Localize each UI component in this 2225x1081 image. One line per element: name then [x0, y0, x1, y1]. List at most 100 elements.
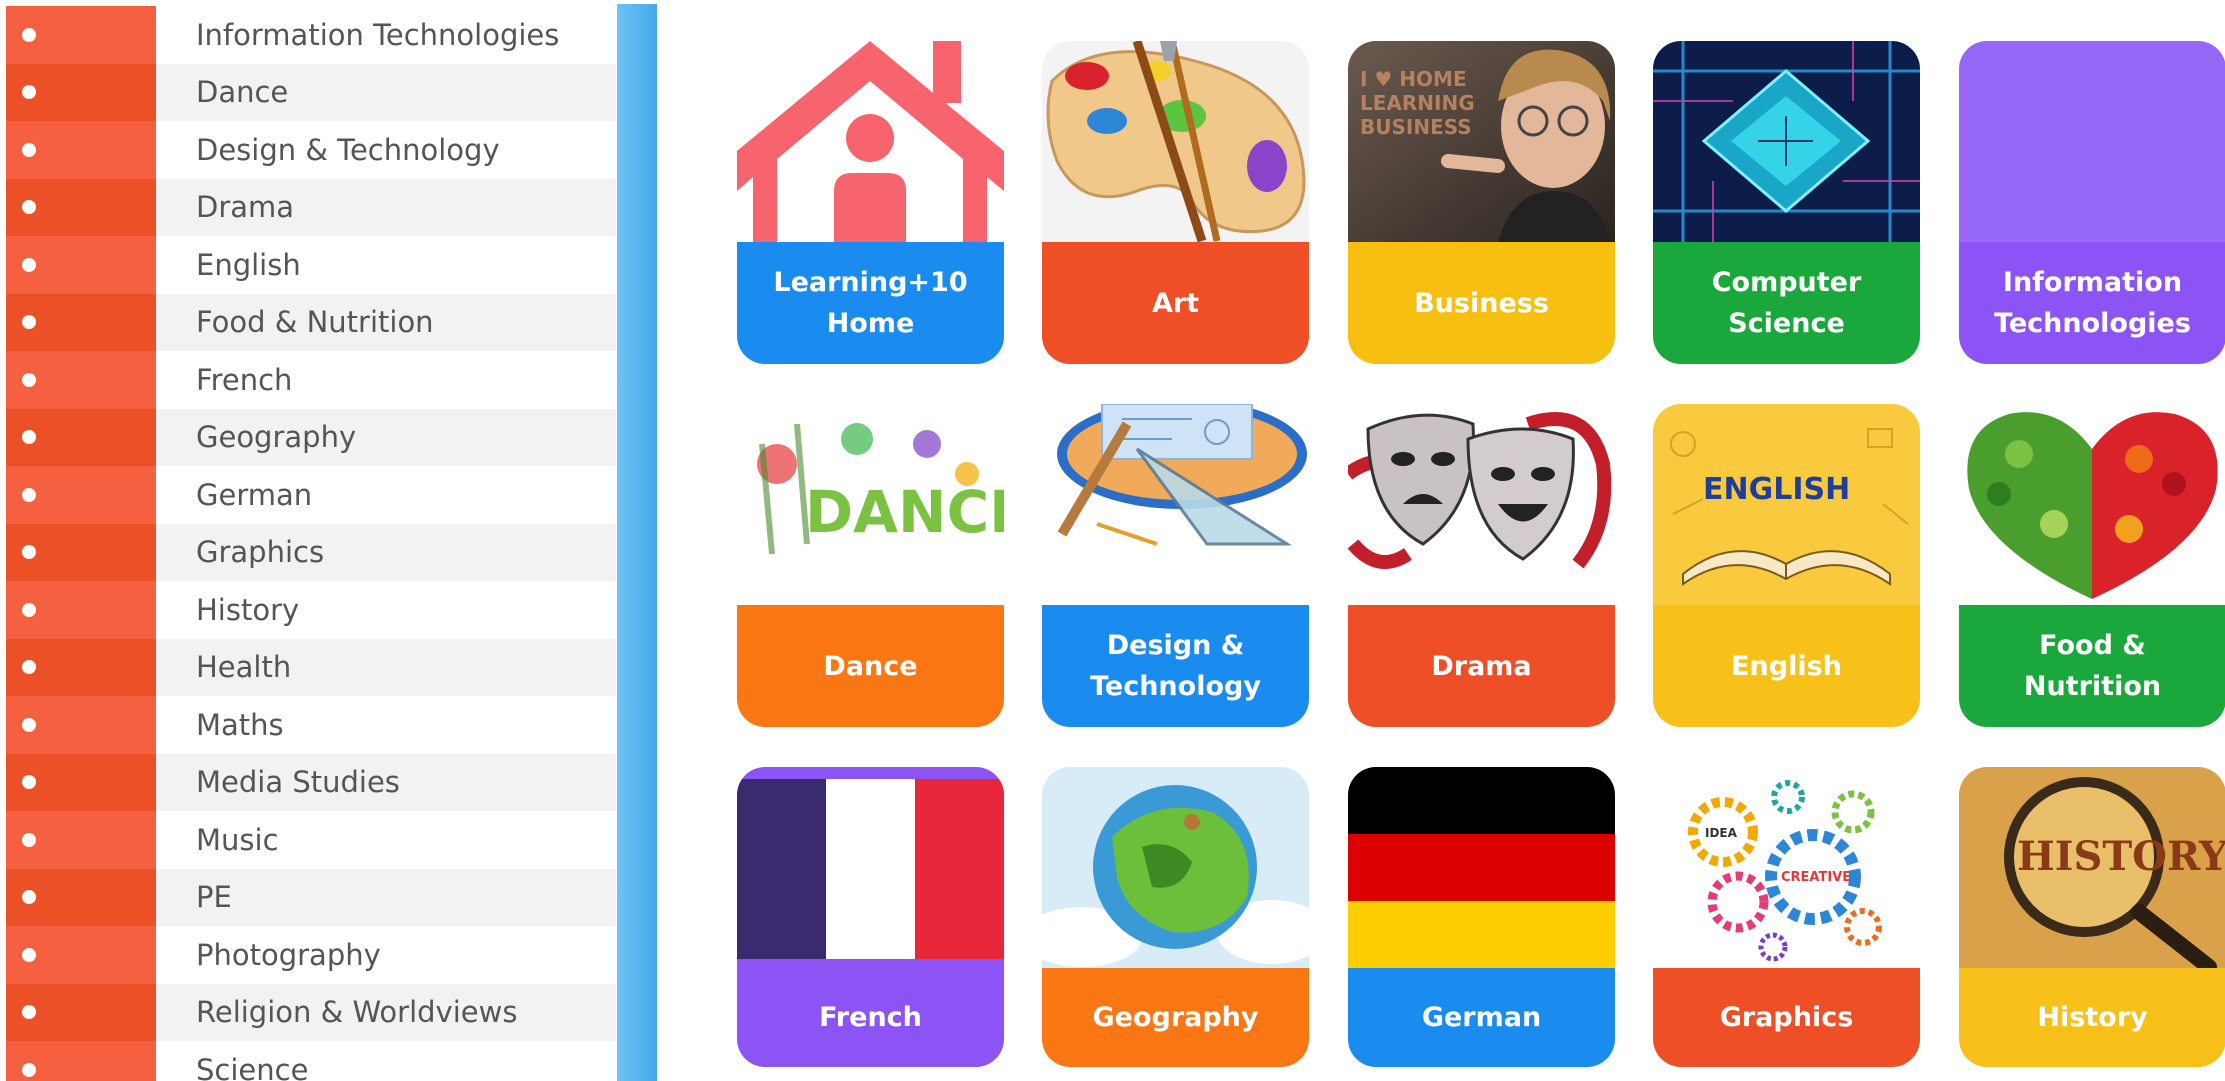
bullet-icon	[22, 775, 36, 790]
tile-label: French	[737, 968, 1004, 1067]
sidebar-item-religion-worldviews[interactable]: Religion & Worldviews	[6, 983, 616, 1041]
tile-design-technology[interactable]: Design & Technology	[1042, 404, 1309, 727]
tile-art[interactable]: Art	[1042, 41, 1309, 364]
tile-drama[interactable]: Drama	[1348, 404, 1615, 727]
bullet-icon	[22, 257, 36, 272]
sidebar-item-media-studies[interactable]: Media Studies	[6, 753, 616, 811]
tile-label: Drama	[1348, 605, 1615, 727]
sidebar-scrollbar[interactable]	[617, 4, 657, 1081]
sidebar-item-label: History	[156, 581, 616, 639]
sidebar-item-german[interactable]: German	[6, 466, 616, 524]
bullet-cell	[6, 408, 156, 466]
bullet-cell	[6, 696, 156, 754]
bullet-cell	[6, 523, 156, 581]
bullet-cell	[6, 236, 156, 294]
sidebar-item-label: Drama	[156, 178, 616, 236]
purple-blank-icon	[1959, 41, 2225, 242]
tile-german[interactable]: German	[1348, 767, 1615, 1067]
sidebar-item-information-technologies[interactable]: Information Technologies	[6, 6, 616, 64]
tile-learning-home[interactable]: Learning+10 Home	[737, 41, 1004, 364]
tile-label: Geography	[1042, 968, 1309, 1067]
bullet-cell	[6, 753, 156, 811]
bullet-icon	[22, 947, 36, 962]
sidebar-item-label: Graphics	[156, 523, 616, 581]
sidebar-item-drama[interactable]: Drama	[6, 178, 616, 236]
sidebar-item-french[interactable]: French	[6, 351, 616, 409]
bullet-icon	[22, 487, 36, 502]
bullet-icon	[22, 1062, 36, 1077]
fruit-heart-icon	[1959, 404, 2225, 605]
sidebar-item-pe[interactable]: PE	[6, 868, 616, 926]
tile-label: German	[1348, 968, 1615, 1067]
sidebar-item-history[interactable]: History	[6, 581, 616, 639]
globe-icon	[1042, 767, 1309, 968]
dance-word: DANCE	[805, 478, 1004, 546]
sidebar-item-label: Health	[156, 638, 616, 696]
tile-label: Graphics	[1653, 968, 1920, 1067]
bullet-icon	[22, 85, 36, 100]
bullet-cell	[6, 926, 156, 984]
bullet-cell	[6, 638, 156, 696]
sidebar-item-maths[interactable]: Maths	[6, 696, 616, 754]
business-sign-line-1: I ♥ HOME LEARNING BUSINESS	[1360, 67, 1475, 139]
french-flag-icon	[737, 767, 1004, 968]
sidebar-item-photography[interactable]: Photography	[6, 926, 616, 984]
bullet-cell	[6, 1041, 156, 1081]
tile-label: Food & Nutrition	[1959, 605, 2225, 727]
business-photo-icon: I ♥ HOME LEARNING BUSINESS	[1348, 41, 1615, 242]
tile-information-technologies[interactable]: Information Technologies	[1959, 41, 2225, 364]
tile-food-nutrition[interactable]: Food & Nutrition	[1959, 404, 2225, 727]
tile-label: Dance	[737, 605, 1004, 727]
sidebar-item-music[interactable]: Music	[6, 811, 616, 869]
tile-label: Art	[1042, 242, 1309, 364]
bullet-cell	[6, 868, 156, 926]
bullet-cell	[6, 293, 156, 351]
gears-idea-text: IDEA	[1705, 826, 1738, 840]
bullet-icon	[22, 832, 36, 847]
sidebar-item-label: Science	[156, 1041, 616, 1081]
tile-business[interactable]: I ♥ HOME LEARNING BUSINESS Business	[1348, 41, 1615, 364]
tile-dance[interactable]: DANCE Dance	[737, 404, 1004, 727]
tile-english[interactable]: ENGLISH English	[1653, 404, 1920, 727]
sidebar-item-english[interactable]: English	[6, 236, 616, 294]
house-person-icon	[737, 41, 1004, 242]
sidebar-item-label: PE	[156, 868, 616, 926]
bullet-icon	[22, 315, 36, 330]
sidebar-item-geography[interactable]: Geography	[6, 408, 616, 466]
sidebar-item-label: German	[156, 466, 616, 524]
bullet-icon	[22, 200, 36, 215]
theatre-masks-icon	[1348, 404, 1615, 605]
sidebar-item-label: Religion & Worldviews	[156, 983, 616, 1041]
bullet-cell	[6, 6, 156, 64]
circuit-board-icon	[1653, 41, 1920, 242]
tile-label: Information Technologies	[1959, 242, 2225, 364]
gears-creative-text: CREATIVE	[1781, 870, 1851, 885]
sidebar-item-design-technology[interactable]: Design & Technology	[6, 121, 616, 179]
tile-label: English	[1653, 605, 1920, 727]
bullet-cell	[6, 178, 156, 236]
sidebar-item-label: Photography	[156, 926, 616, 984]
sidebar-item-label: Music	[156, 811, 616, 869]
tile-label: Business	[1348, 242, 1615, 364]
sidebar-item-label: Dance	[156, 63, 616, 121]
bullet-cell	[6, 466, 156, 524]
bullet-cell	[6, 983, 156, 1041]
bullet-icon	[22, 890, 36, 905]
sidebar-item-food-nutrition[interactable]: Food & Nutrition	[6, 293, 616, 351]
tile-french[interactable]: French	[737, 767, 1004, 1067]
sidebar-item-graphics[interactable]: Graphics	[6, 523, 616, 581]
sidebar-item-dance[interactable]: Dance	[6, 63, 616, 121]
tile-label: Computer Science	[1653, 242, 1920, 364]
bullet-icon	[22, 602, 36, 617]
tile-history[interactable]: HISTORY History	[1959, 767, 2225, 1067]
tile-geography[interactable]: Geography	[1042, 767, 1309, 1067]
tile-computer-science[interactable]: Computer Science	[1653, 41, 1920, 364]
bullet-icon	[22, 430, 36, 445]
sidebar-item-science[interactable]: Science	[6, 1041, 616, 1081]
sidebar-item-health[interactable]: Health	[6, 638, 616, 696]
dance-splash-icon: DANCE	[737, 404, 1004, 605]
german-flag-icon	[1348, 767, 1615, 968]
sidebar-item-label: Geography	[156, 408, 616, 466]
tile-graphics[interactable]: IDEA CREATIVE Graphics	[1653, 767, 1920, 1067]
sidebar-item-label: English	[156, 236, 616, 294]
